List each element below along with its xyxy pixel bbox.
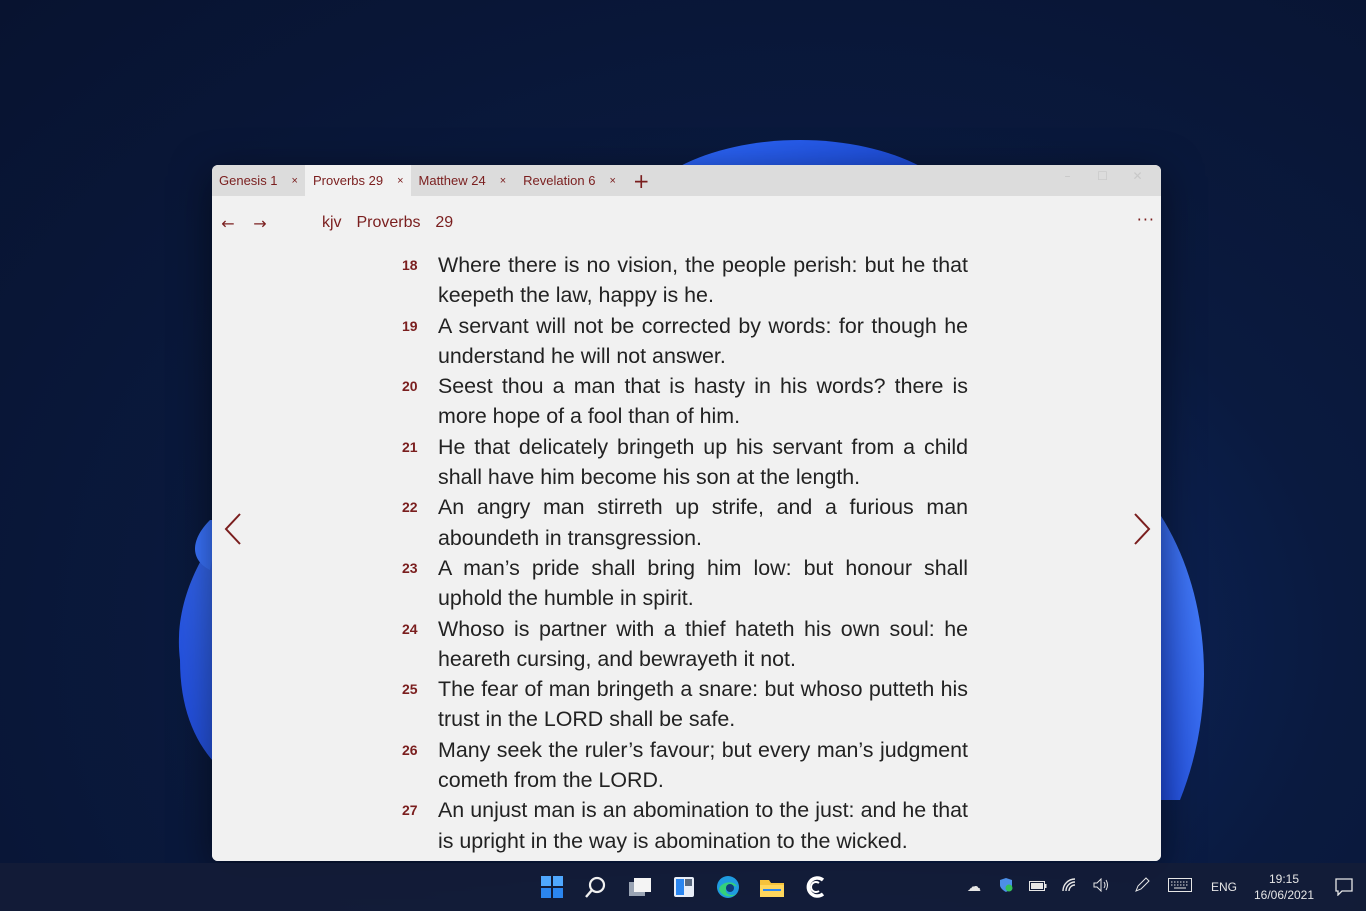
chevron-right-icon	[1134, 513, 1151, 545]
clock-date: 16/06/2021	[1253, 888, 1315, 902]
task-view-icon[interactable]	[618, 863, 662, 911]
verse-text: Where there is no vision, the people per…	[438, 253, 968, 308]
reading-pane: 18 Where there is no vision, the people …	[212, 250, 1161, 861]
more-options-button[interactable]: ···	[1137, 210, 1155, 229]
verse: 22 An angry man stirreth up strife, and …	[402, 492, 968, 553]
tab-close-icon[interactable]: ×	[292, 175, 298, 187]
verse-text: Seest thou a man that is hasty in his wo…	[438, 374, 968, 429]
verse-number[interactable]: 21	[402, 432, 438, 455]
verse-text: An angry man stirreth up strife, and a f…	[438, 495, 968, 550]
tab-label: Revelation 6	[523, 173, 596, 188]
verse-number[interactable]: 25	[402, 674, 438, 697]
verse: 21 He that delicately bringeth up his se…	[402, 432, 968, 493]
verse-list: 18 Where there is no vision, the people …	[402, 250, 968, 856]
maximize-button[interactable]: ☐	[1085, 169, 1120, 183]
verse-text: An unjust man is an abomination to the j…	[438, 798, 968, 853]
verse-text: He that delicately bringeth up his serva…	[438, 434, 968, 490]
verse: 26 Many seek the ruler’s favour; but eve…	[402, 735, 968, 796]
verse-number[interactable]: 22	[402, 492, 438, 515]
verse: 27 An unjust man is an abomination to th…	[402, 795, 968, 856]
tab-label: Proverbs 29	[312, 173, 384, 188]
forward-button[interactable]: →	[244, 214, 276, 233]
taskbar: ☁ ENG 19:15 16/06/2021	[0, 863, 1366, 911]
verse-number[interactable]: 27	[402, 795, 438, 818]
verse-number[interactable]: 20	[402, 371, 438, 394]
tab-genesis-1[interactable]: Genesis 1 ×	[212, 165, 305, 196]
verse: 18 Where there is no vision, the people …	[402, 250, 968, 311]
start-icon[interactable]	[530, 863, 574, 911]
tab-label: Matthew 24	[418, 173, 486, 188]
chevron-left-icon	[224, 513, 241, 545]
previous-page-button[interactable]	[222, 512, 246, 546]
bible-app-icon[interactable]	[794, 863, 838, 911]
tab-proverbs-29[interactable]: Proverbs 29 ×	[304, 165, 411, 196]
widgets-icon[interactable]	[662, 863, 706, 911]
system-tray: ☁ ENG 19:15 16/06/2021	[958, 863, 1366, 911]
volume-icon[interactable]	[1086, 877, 1118, 896]
verse: 19 A servant will not be corrected by wo…	[402, 311, 968, 372]
tab-matthew-24[interactable]: Matthew 24 ×	[411, 165, 514, 196]
passage-breadcrumb[interactable]: kjv Proverbs 29	[322, 214, 453, 232]
battery-icon[interactable]	[1022, 879, 1054, 895]
search-icon[interactable]	[574, 863, 618, 911]
next-page-button[interactable]	[1129, 512, 1153, 546]
verse-number[interactable]: 24	[402, 614, 438, 637]
clock-time: 19:15	[1268, 872, 1300, 886]
edge-icon[interactable]	[706, 863, 750, 911]
verse-number[interactable]: 26	[402, 735, 438, 758]
app-window: Genesis 1 × Proverbs 29 × Matthew 24 × R…	[212, 165, 1161, 861]
pen-icon[interactable]	[1126, 877, 1158, 897]
verse: 23 A man’s pride shall bring him low: bu…	[402, 553, 968, 614]
minimize-button[interactable]: –	[1050, 169, 1085, 183]
security-shield-icon[interactable]	[990, 877, 1022, 897]
clock[interactable]: 19:15 16/06/2021	[1246, 871, 1322, 903]
verse-number[interactable]: 18	[402, 250, 438, 273]
input-language[interactable]: ENG	[1202, 880, 1246, 894]
wifi-icon[interactable]	[1054, 878, 1086, 896]
verse: 25 The fear of man bringeth a snare: but…	[402, 674, 968, 735]
verse: 20 Seest thou a man that is hasty in his…	[402, 371, 968, 432]
new-tab-button[interactable]: +	[623, 165, 660, 196]
close-window-button[interactable]: ✕	[1120, 169, 1155, 183]
notification-icon[interactable]	[1322, 878, 1366, 896]
tab-close-icon[interactable]: ×	[609, 175, 615, 187]
verse: 24 Whoso is partner with a thief hateth …	[402, 614, 968, 675]
verse-text: The fear of man bringeth a snare: but wh…	[438, 677, 968, 732]
tab-close-icon[interactable]: ×	[500, 175, 506, 187]
verse-text: A servant will not be corrected by words…	[438, 313, 968, 368]
onedrive-icon[interactable]: ☁	[958, 879, 990, 895]
toolbar: ← → kjv Proverbs 29 ···	[212, 196, 1161, 250]
file-explorer-icon[interactable]	[750, 863, 794, 911]
verse-text: Many seek the ruler’s favour; but every …	[438, 737, 968, 793]
back-button[interactable]: ←	[212, 214, 244, 233]
keyboard-icon[interactable]	[1158, 878, 1202, 896]
verse-number[interactable]: 23	[402, 553, 438, 576]
taskbar-apps	[530, 863, 838, 911]
verse-text: A man’s pride shall bring him low: but h…	[438, 555, 968, 611]
window-controls: – ☐ ✕	[1050, 169, 1155, 183]
tab-revelation-6[interactable]: Revelation 6 ×	[513, 165, 623, 196]
verse-text: Whoso is partner with a thief hateth his…	[438, 616, 968, 671]
tab-label: Genesis 1	[219, 173, 278, 188]
tab-close-icon[interactable]: ×	[397, 175, 403, 187]
verse-number[interactable]: 19	[402, 311, 438, 334]
tab-bar: Genesis 1 × Proverbs 29 × Matthew 24 × R…	[212, 165, 1161, 196]
